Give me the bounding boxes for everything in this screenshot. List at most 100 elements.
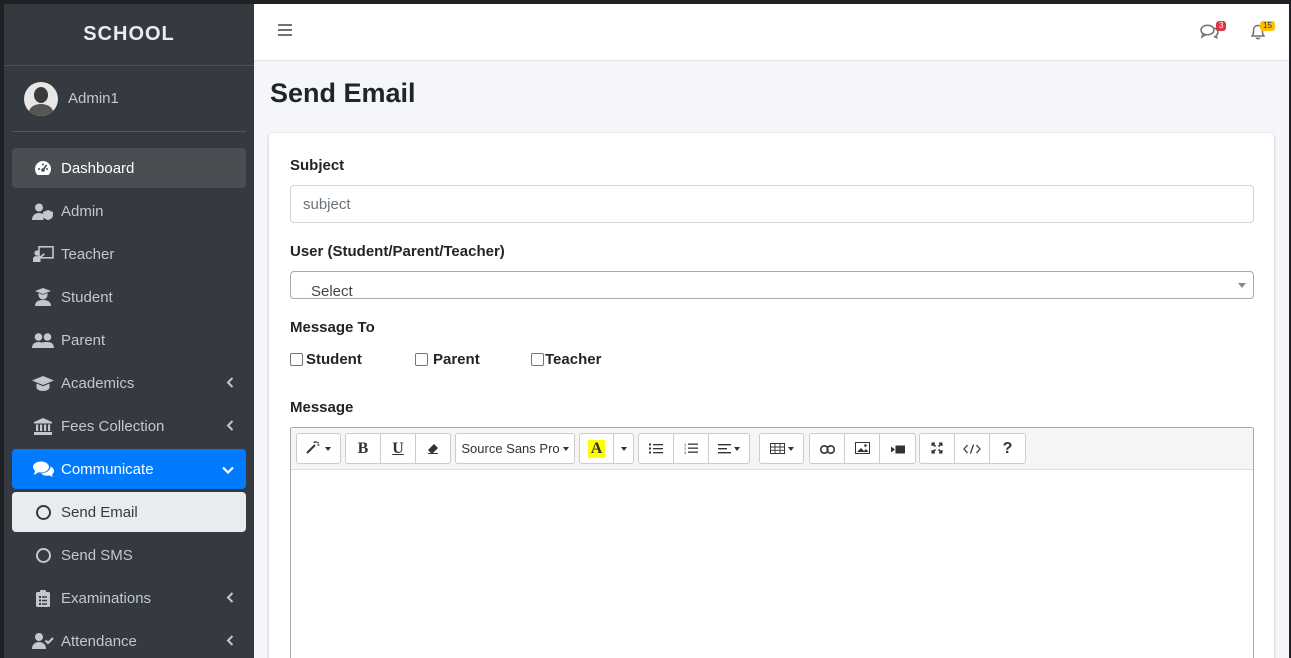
- send-email-card: Subject subject User (Student/Parent/Tea…: [269, 133, 1274, 658]
- parent-checkbox[interactable]: [415, 353, 428, 366]
- student-checkbox-label: Student: [306, 351, 362, 368]
- circle-icon: [32, 546, 54, 564]
- content-wrapper: Send Email Subject subject User (Student…: [254, 61, 1289, 658]
- eraser-icon: [427, 441, 439, 457]
- video-button[interactable]: [880, 434, 915, 463]
- clear-format-button[interactable]: [416, 434, 450, 463]
- recipient-teacher-option[interactable]: Teacher: [531, 351, 601, 368]
- sidebar-item-label: Send SMS: [61, 546, 133, 564]
- sidebar-item-attendance[interactable]: Attendance: [12, 621, 246, 658]
- link-icon: [819, 441, 835, 457]
- brand-link[interactable]: SCHOOL: [4, 4, 254, 66]
- sidebar-item-send-email[interactable]: Send Email: [12, 492, 246, 532]
- messages-badge: 3: [1216, 21, 1227, 31]
- chevron-left-icon: [226, 376, 234, 391]
- university-icon: [32, 417, 54, 435]
- help-button[interactable]: ?: [990, 434, 1025, 463]
- messages-button[interactable]: 3: [1200, 21, 1227, 44]
- chevron-left-icon: [226, 591, 234, 606]
- underline-button[interactable]: U: [381, 434, 416, 463]
- view-group: ?: [919, 433, 1026, 464]
- style-group: [296, 433, 341, 464]
- font-name-label: Source Sans Pro: [461, 441, 560, 456]
- link-button[interactable]: [810, 434, 845, 463]
- message-to-label: Message To: [290, 319, 375, 336]
- color-dropdown-button[interactable]: [614, 434, 633, 463]
- paragraph-align-button[interactable]: [709, 434, 749, 463]
- brand-text: SCHOOL: [83, 23, 175, 45]
- sidebar-item-fees-collection[interactable]: Fees Collection: [12, 406, 246, 446]
- magic-wand-icon: [306, 440, 322, 457]
- chalkboard-teacher-icon: [32, 245, 54, 263]
- tachometer-icon: [32, 159, 54, 177]
- circle-icon: [32, 503, 54, 521]
- ordered-list-button[interactable]: 123: [674, 434, 709, 463]
- user-shield-icon: [32, 202, 54, 220]
- font-name-dropdown[interactable]: Source Sans Pro: [456, 434, 574, 463]
- editor-toolbar: B U Source Sans Pro A 1 2 3 ?: [291, 428, 1253, 470]
- code-view-button[interactable]: [955, 434, 990, 463]
- sidebar-item-dashboard[interactable]: Dashboard: [12, 148, 246, 188]
- teacher-checkbox[interactable]: [531, 353, 544, 366]
- subject-placeholder: subject: [303, 195, 351, 213]
- unordered-list-button[interactable]: [639, 434, 674, 463]
- sidebar-item-parent[interactable]: Parent: [12, 320, 246, 360]
- paragraph-group: 123: [638, 433, 750, 464]
- sidebar-item-label: Admin: [61, 202, 104, 220]
- message-editable-area[interactable]: [291, 470, 1253, 658]
- style-button[interactable]: [297, 434, 340, 463]
- dropdown-arrow-icon: [1238, 283, 1246, 288]
- menu-toggle-icon[interactable]: [278, 24, 292, 38]
- sidebar-item-teacher[interactable]: Teacher: [12, 234, 246, 274]
- sidebar-item-label: Fees Collection: [61, 417, 165, 435]
- user-panel[interactable]: Admin1: [12, 66, 246, 132]
- subject-input[interactable]: subject: [290, 185, 1254, 223]
- recipient-student-option[interactable]: Student: [290, 351, 362, 368]
- sidebar-item-examinations[interactable]: Examinations: [12, 578, 246, 618]
- user-name: Admin1: [68, 90, 119, 107]
- image-icon: [854, 441, 870, 457]
- bold-button[interactable]: B: [346, 434, 381, 463]
- sidebar: SCHOOL Admin1 Dashboard Admin Teacher St…: [4, 4, 254, 658]
- table-button[interactable]: [760, 434, 803, 463]
- video-icon: [890, 441, 905, 457]
- user-select-value: Select: [311, 283, 353, 300]
- message-label: Message: [290, 399, 354, 416]
- sidebar-item-label: Parent: [61, 331, 106, 349]
- subject-label: Subject: [290, 157, 345, 174]
- bold-glyph: B: [357, 439, 369, 457]
- fullscreen-button[interactable]: [920, 434, 955, 463]
- user-check-icon: [32, 632, 54, 650]
- sidebar-item-label: Dashboard: [61, 159, 135, 177]
- chevron-left-icon: [226, 634, 234, 649]
- recipient-parent-option[interactable]: Parent: [415, 351, 480, 368]
- sidebar-item-send-sms[interactable]: Send SMS: [12, 535, 246, 575]
- top-navbar: 3 15: [254, 4, 1289, 61]
- code-icon: [963, 441, 981, 457]
- users-icon: [32, 331, 54, 349]
- chevron-down-icon: [222, 462, 234, 477]
- sidebar-item-label: Communicate: [61, 460, 154, 478]
- highlight-glyph: A: [587, 439, 606, 458]
- align-left-icon: [718, 441, 731, 457]
- sidebar-item-label: Attendance: [61, 632, 137, 650]
- message-editor: B U Source Sans Pro A 1 2 3 ?: [290, 427, 1254, 658]
- clipboard-list-icon: [32, 589, 54, 607]
- page-title: Send Email: [270, 78, 416, 108]
- highlight-color-button[interactable]: A: [580, 434, 614, 463]
- notifications-button[interactable]: 15: [1250, 21, 1275, 45]
- student-checkbox[interactable]: [290, 353, 303, 366]
- user-select[interactable]: Select: [290, 271, 1254, 300]
- picture-button[interactable]: [845, 434, 880, 463]
- sidebar-item-academics[interactable]: Academics: [12, 363, 246, 403]
- user-label: User (Student/Parent/Teacher): [290, 243, 505, 260]
- notifications-badge: 15: [1260, 21, 1275, 31]
- sidebar-item-admin[interactable]: Admin: [12, 191, 246, 231]
- insert-group: [809, 433, 916, 464]
- underline-glyph: U: [392, 439, 404, 457]
- sidebar-item-student[interactable]: Student: [12, 277, 246, 317]
- list-ol-icon: 123: [684, 441, 698, 457]
- color-group: A: [579, 433, 634, 464]
- font-name-group: Source Sans Pro: [455, 433, 575, 464]
- sidebar-item-communicate[interactable]: Communicate: [12, 449, 246, 489]
